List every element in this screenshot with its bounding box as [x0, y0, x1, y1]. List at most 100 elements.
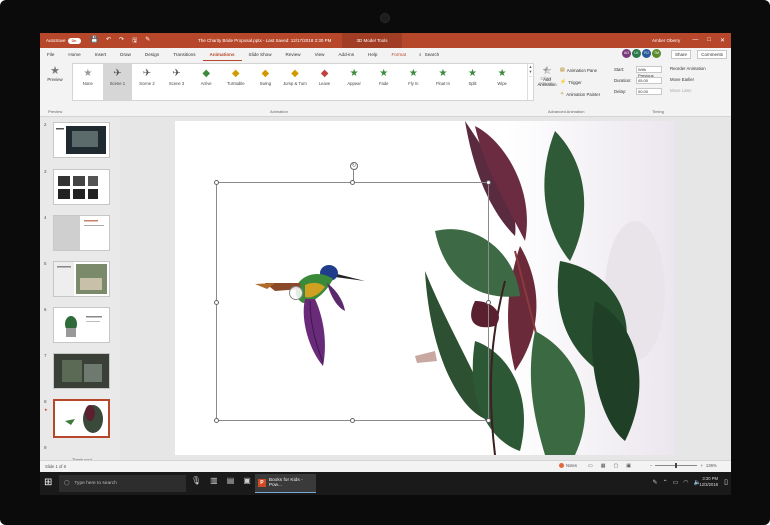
zoom-knob[interactable] [675, 463, 678, 468]
redo-icon[interactable]: ↷ [119, 36, 124, 46]
minimize-icon[interactable]: — [692, 37, 698, 44]
share-button[interactable]: Share [670, 50, 691, 59]
animation-leave[interactable]: ◆ Leave [310, 64, 340, 100]
zoom-slider[interactable] [655, 463, 698, 468]
resize-handle-sw[interactable] [214, 418, 219, 423]
present-icon[interactable]: 🖫 [132, 36, 137, 46]
taskbar-search[interactable]: ◯ Type here to search [59, 475, 186, 492]
resize-handle-e[interactable] [486, 300, 491, 305]
comments-button[interactable]: Comments [697, 50, 727, 59]
file-explorer-icon[interactable]: ▤ [227, 476, 235, 485]
battery-icon[interactable]: ▭ [673, 479, 679, 486]
slide-sorter-icon[interactable]: ▦ [601, 463, 606, 469]
tab-animations[interactable]: Animations [202, 48, 242, 61]
animation-split[interactable]: ★ Split [458, 64, 488, 100]
resize-handle-n[interactable] [350, 180, 355, 185]
avatar[interactable]: AO [622, 49, 631, 58]
action-center-icon[interactable]: ▯ [724, 478, 728, 486]
3d-rotate-icon[interactable] [289, 286, 303, 300]
thumbnail-slide-2[interactable] [53, 122, 110, 158]
animation-fade[interactable]: ★ Fade [369, 64, 399, 100]
animation-scene-1[interactable]: ✈ Scene 1 [102, 64, 133, 100]
tab-view[interactable]: View [308, 48, 332, 61]
avatar[interactable]: LK [632, 49, 641, 58]
wifi-icon[interactable]: ◠ [683, 479, 688, 486]
tab-help[interactable]: Help [361, 48, 384, 61]
autosave[interactable]: AutoSave On [46, 37, 81, 44]
slide[interactable]: ↻ [175, 121, 675, 455]
thumbnail-slide-5[interactable] [53, 261, 110, 297]
taskbar-app-powerpoint[interactable]: P Books for Kids - Pow... [255, 474, 316, 493]
user-name[interactable]: Amber Oberry [652, 38, 680, 43]
autosave-toggle[interactable]: On [67, 37, 81, 44]
animation-turntable[interactable]: ◆ Turntable [221, 64, 251, 100]
resize-handle-s[interactable] [350, 418, 355, 423]
gallery-scroll[interactable]: ▲ ▼ ⋯ [527, 64, 533, 100]
rotate-handle[interactable]: ↻ [350, 162, 358, 170]
save-icon[interactable]: 💾 [91, 36, 98, 46]
clock[interactable]: 3:30 PM 12/3/2018 [699, 476, 718, 488]
zoom-out-icon[interactable]: − [650, 463, 652, 468]
resize-handle-ne[interactable] [486, 180, 491, 185]
move-earlier-button[interactable]: Move Earlier [670, 77, 706, 82]
tab-home[interactable]: Home [61, 48, 87, 61]
delay-input[interactable]: 00.00 [636, 88, 662, 95]
preview-button[interactable]: ★ Preview [44, 64, 66, 82]
avatar[interactable]: TM [652, 49, 661, 58]
animation-pane-button[interactable]: ▤ Animation Pane [560, 67, 600, 73]
chevron-up-icon[interactable]: ⌃ [663, 479, 668, 486]
notes-button[interactable]: Notes [556, 462, 580, 469]
animation-appear[interactable]: ★ Appear [339, 64, 369, 100]
ribbon-tabs: File Home Insert Draw Design Transitions… [40, 48, 731, 61]
animation-scene-3[interactable]: ✈ Scene 3 [162, 64, 192, 100]
tab-review[interactable]: Review [279, 48, 308, 61]
tab-format[interactable]: Format [384, 48, 413, 61]
tab-draw[interactable]: Draw [113, 48, 138, 61]
undo-icon[interactable]: ↶ [106, 36, 111, 46]
animation-jump-turn[interactable]: ◆ Jump & Turn [280, 64, 310, 100]
tab-transitions[interactable]: Transitions [166, 48, 202, 61]
move-later-button[interactable]: Move Later [670, 88, 706, 93]
thumbnail-slide-4[interactable] [53, 215, 110, 251]
thumbnail-slide-6[interactable] [53, 307, 110, 343]
animation-painter-button[interactable]: ✧ Animation Painter [560, 91, 600, 97]
thumbnail-slide-7[interactable] [53, 353, 110, 389]
animation-wipe[interactable]: ★ Wipe [487, 64, 517, 100]
start-select[interactable]: With Previous [636, 66, 662, 78]
animation-arrive[interactable]: ◆ Arrive [191, 64, 221, 100]
resize-handle-nw[interactable] [214, 180, 219, 185]
reading-view-icon[interactable]: ▢ [613, 463, 618, 469]
thumbnail-slide-8[interactable] [53, 399, 110, 438]
animation-float-in[interactable]: ★ Float In [428, 64, 458, 100]
duration-input[interactable]: 05.00 [636, 77, 662, 84]
store-icon[interactable]: ▣ [243, 476, 251, 485]
pen-icon[interactable]: ✎ [145, 36, 150, 46]
tab-add-ins[interactable]: Add-ins [331, 48, 361, 61]
close-icon[interactable]: ✕ [720, 37, 725, 44]
add-animation-button[interactable]: ☆ Add Animation [536, 64, 558, 87]
search-box[interactable]: ⌕ Search [419, 52, 439, 57]
windows-start-icon[interactable]: ⊞ [44, 477, 52, 488]
mic-icon[interactable]: 🎙 [191, 476, 201, 485]
maximize-icon[interactable]: □ [707, 37, 711, 44]
zoom-level[interactable]: 136% [706, 463, 717, 468]
avatar[interactable]: RJ [642, 49, 651, 58]
tab-design[interactable]: Design [138, 48, 166, 61]
pen-tray-icon[interactable]: ✎ [653, 479, 658, 486]
resize-handle-w[interactable] [214, 300, 219, 305]
resize-handle-se[interactable] [486, 418, 491, 423]
thumb-image [54, 262, 107, 296]
tab-slide-show[interactable]: Slide Show [242, 48, 279, 61]
animation-fly-in[interactable]: ★ Fly In [399, 64, 429, 100]
trigger-button[interactable]: ⚡ Trigger [560, 79, 600, 85]
thumbnail-slide-3[interactable] [53, 169, 110, 205]
tab-insert[interactable]: Insert [88, 48, 114, 61]
animation-swing[interactable]: ◆ Swing [251, 64, 281, 100]
task-view-icon[interactable]: ▥ [210, 476, 218, 485]
slideshow-icon[interactable]: ▣ [626, 463, 631, 469]
animation-none[interactable]: ★ None [73, 64, 103, 100]
zoom-in-icon[interactable]: + [700, 463, 702, 468]
normal-view-icon[interactable]: ▭ [588, 463, 593, 469]
animation-scene-2[interactable]: ✈ Scene 2 [132, 64, 162, 100]
tab-file[interactable]: File [40, 48, 61, 61]
